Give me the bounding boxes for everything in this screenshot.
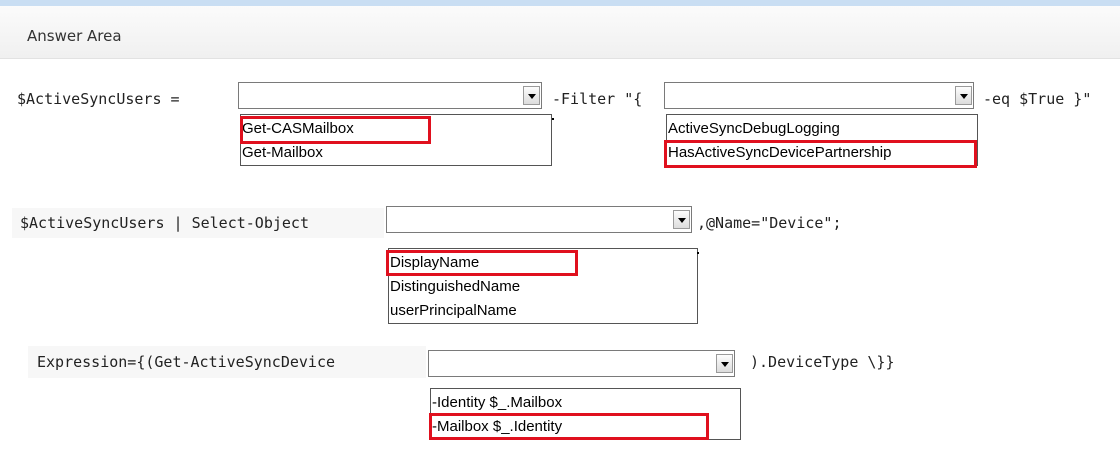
row1-suffix: -eq $True }"	[983, 90, 1092, 108]
page-title: Answer Area	[27, 27, 122, 45]
chevron-down-icon[interactable]	[673, 210, 690, 229]
cmdlet-dropdown[interactable]	[238, 82, 542, 109]
chevron-down-icon[interactable]	[716, 354, 733, 373]
row2-prefix: $ActiveSyncUsers | Select-Object	[20, 214, 309, 232]
answer-highlight	[429, 413, 709, 440]
select-property-dropdown[interactable]	[386, 206, 692, 233]
row2-suffix: ,@Name="Device";	[697, 214, 842, 232]
list-item[interactable]: -Identity $_.Mailbox	[432, 394, 562, 412]
chevron-down-icon[interactable]	[955, 86, 972, 105]
list-item[interactable]: DistinguishedName	[390, 278, 520, 296]
answer-area-header: Answer Area	[0, 6, 1120, 59]
row1-prefix: $ActiveSyncUsers =	[17, 90, 180, 108]
row3-suffix: ).DeviceType \}}	[750, 353, 895, 371]
parameter-dropdown[interactable]	[428, 350, 735, 377]
chevron-down-icon[interactable]	[523, 86, 540, 105]
answer-highlight	[240, 116, 431, 144]
row3-prefix: Expression={(Get-ActiveSyncDevice	[37, 353, 336, 371]
divider	[552, 118, 554, 120]
property-dropdown[interactable]	[664, 82, 974, 109]
divider	[697, 252, 699, 254]
answer-highlight	[386, 250, 578, 276]
list-item[interactable]: userPrincipalName	[390, 302, 517, 320]
list-item[interactable]: ActiveSyncDebugLogging	[668, 120, 840, 138]
list-item[interactable]: Get-Mailbox	[242, 144, 323, 162]
answer-highlight	[664, 140, 977, 168]
row1-filter-text: -Filter "{	[552, 90, 643, 108]
